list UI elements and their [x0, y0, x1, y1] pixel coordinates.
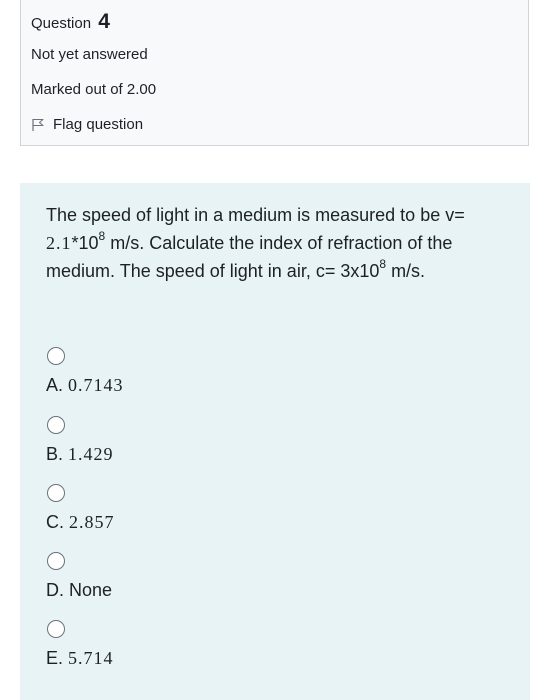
question-number: Question 4: [31, 10, 110, 34]
question-text-part1: The speed of light in a medium is measur…: [46, 205, 465, 225]
question-info-panel: Question 4 Not yet answered Marked out o…: [20, 0, 529, 146]
question-state: Not yet answered: [31, 46, 148, 63]
answer-value-e: 5.714: [68, 648, 114, 668]
answer-value-d: None: [69, 580, 113, 600]
question-content-panel: The speed of light in a medium is measur…: [20, 183, 530, 700]
flag-question-link[interactable]: Flag question: [31, 116, 143, 133]
answer-value-a: 0.7143: [68, 375, 124, 395]
answer-label-a[interactable]: A. 0.7143: [46, 375, 124, 396]
velocity-value: 2.1: [46, 233, 72, 253]
radio-button-a[interactable]: [47, 347, 65, 365]
answer-letter-e: E.: [46, 648, 69, 668]
question-text-part3: m/s.: [386, 261, 426, 281]
answer-value-c: 2.857: [69, 512, 115, 532]
answer-letter-a: A.: [46, 375, 69, 395]
question-grade: Marked out of 2.00: [31, 81, 157, 98]
answer-label-c[interactable]: C. 2.857: [46, 512, 115, 533]
velocity-power: *10: [71, 233, 99, 253]
flag-question-label: Flag question: [53, 116, 144, 133]
answer-label-b[interactable]: B. 1.429: [46, 444, 114, 465]
question-text: The speed of light in a medium is measur…: [46, 201, 516, 285]
question-word: Question: [31, 15, 92, 32]
answer-label-e[interactable]: E. 5.714: [46, 648, 114, 669]
answer-value-b: 1.429: [68, 444, 114, 464]
answer-letter-c: C.: [46, 512, 70, 532]
flag-icon: [32, 118, 44, 131]
c-exponent: 8: [379, 257, 387, 271]
radio-button-d[interactable]: [47, 552, 65, 570]
radio-button-e[interactable]: [47, 620, 65, 638]
question-number-value: 4: [98, 10, 110, 33]
velocity-exponent: 8: [98, 229, 106, 243]
answer-label-d[interactable]: D. None: [46, 580, 112, 601]
radio-button-b[interactable]: [47, 416, 65, 434]
answer-letter-b: B.: [46, 444, 69, 464]
answer-letter-d: D.: [46, 580, 70, 600]
radio-button-c[interactable]: [47, 484, 65, 502]
